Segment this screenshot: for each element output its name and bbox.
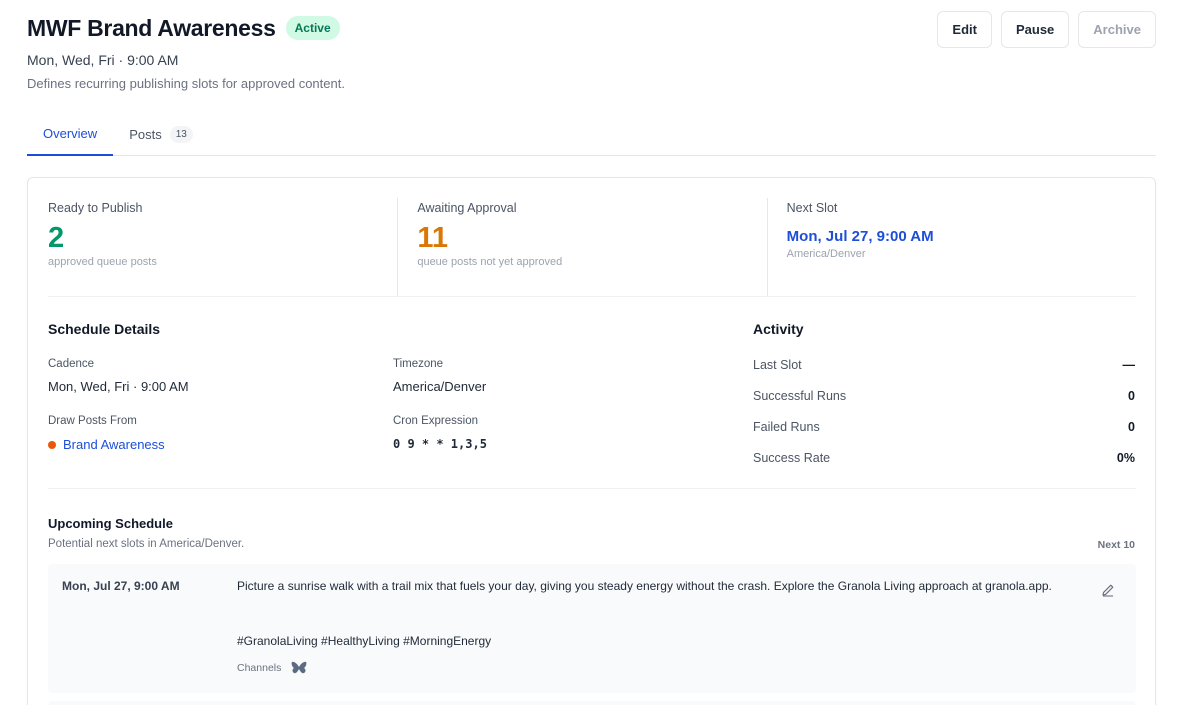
activity-value: 0% — [1116, 451, 1135, 465]
activity-label: Last Slot — [753, 358, 802, 372]
activity-value: — — [1122, 358, 1136, 372]
slot-post-text: Picture a sunrise walk with a trail mix … — [237, 579, 1052, 593]
next-count-label: Next 10 — [1097, 539, 1135, 551]
page-header: MWF Brand Awareness Active Mon, Wed, Fri… — [27, 11, 1156, 91]
cron-label: Cron Expression — [393, 415, 479, 427]
posts-count-badge: 13 — [169, 126, 193, 143]
upcoming-slot — [48, 701, 1136, 705]
source-label: Draw Posts From — [48, 415, 137, 427]
cron-value: 0 9 * * 1,3,5 — [393, 437, 487, 451]
slot-hashtags: #GranolaLiving #HealthyLiving #MorningEn… — [237, 634, 492, 648]
tab-posts[interactable]: Posts 13 — [113, 113, 209, 156]
pause-button[interactable]: Pause — [1000, 11, 1070, 48]
edit-button[interactable]: Edit — [937, 11, 992, 48]
schedule-summary: Mon, Wed, Fri · 9:00 AM — [27, 52, 179, 68]
cadence-value: Mon, Wed, Fri · 9:00 AM — [48, 379, 189, 394]
channels-label: Channels — [237, 662, 282, 674]
stat-awaiting-label: Awaiting Approval — [417, 201, 517, 215]
section-divider — [48, 488, 1136, 489]
source-link[interactable]: Brand Awareness — [48, 437, 165, 452]
timezone-label: Timezone — [393, 358, 444, 370]
activity-label: Successful Runs — [753, 389, 847, 403]
activity-value: 0 — [1128, 389, 1135, 403]
butterfly-icon — [291, 661, 307, 674]
archive-button[interactable]: Archive — [1078, 11, 1156, 48]
stat-awaiting-value: 11 — [417, 222, 448, 254]
cadence-label: Cadence — [48, 358, 95, 370]
status-badge: Active — [285, 16, 340, 40]
stat-next-slot: Next Slot Mon, Jul 27, 9:00 AM America/D… — [766, 198, 1136, 296]
activity-row: Last Slot — — [753, 358, 1135, 372]
upcoming-title: Upcoming Schedule — [48, 516, 173, 531]
stat-awaiting-sub: queue posts not yet approved — [417, 256, 563, 268]
activity-value: 0 — [1128, 420, 1135, 434]
stat-awaiting: Awaiting Approval 11 queue posts not yet… — [397, 198, 766, 296]
activity-row: Failed Runs 0 — [753, 420, 1135, 434]
activity-title: Activity — [753, 321, 804, 337]
header-actions: Edit Pause Archive — [937, 11, 1156, 48]
stat-next-label: Next Slot — [786, 201, 838, 215]
page-description: Defines recurring publishing slots for a… — [27, 76, 345, 91]
tab-posts-label: Posts — [129, 127, 162, 142]
overview-card: Ready to Publish 2 approved queue posts … — [27, 177, 1156, 705]
timezone-value: America/Denver — [393, 379, 487, 394]
upcoming-slot: Mon, Jul 27, 9:00 AM Picture a sunrise w… — [48, 564, 1136, 693]
tab-bar: Overview Posts 13 — [27, 113, 1156, 156]
slot-date: Mon, Jul 27, 9:00 AM — [62, 579, 180, 593]
tab-overview[interactable]: Overview — [27, 113, 114, 156]
pencil-icon[interactable] — [1100, 582, 1116, 598]
schedule-details-title: Schedule Details — [48, 321, 161, 337]
activity-row: Success Rate 0% — [753, 451, 1135, 465]
stat-ready-value: 2 — [48, 222, 65, 254]
stat-next-sub: America/Denver — [786, 248, 866, 260]
source-color-dot — [48, 440, 56, 449]
stats-row: Ready to Publish 2 approved queue posts … — [48, 198, 1136, 297]
upcoming-subtitle: Potential next slots in America/Denver. — [48, 538, 245, 550]
source-name: Brand Awareness — [63, 437, 165, 452]
tab-overview-label: Overview — [43, 126, 98, 141]
activity-label: Success Rate — [753, 451, 831, 465]
activity-row: Successful Runs 0 — [753, 389, 1135, 403]
slot-channels: Channels — [237, 661, 307, 675]
page-title: MWF Brand Awareness — [27, 14, 276, 41]
stat-ready-label: Ready to Publish — [48, 201, 143, 215]
activity-label: Failed Runs — [753, 420, 820, 434]
stat-ready-sub: approved queue posts — [48, 256, 157, 268]
stat-next-value: Mon, Jul 27, 9:00 AM — [786, 228, 934, 245]
stat-ready: Ready to Publish 2 approved queue posts — [48, 198, 397, 296]
